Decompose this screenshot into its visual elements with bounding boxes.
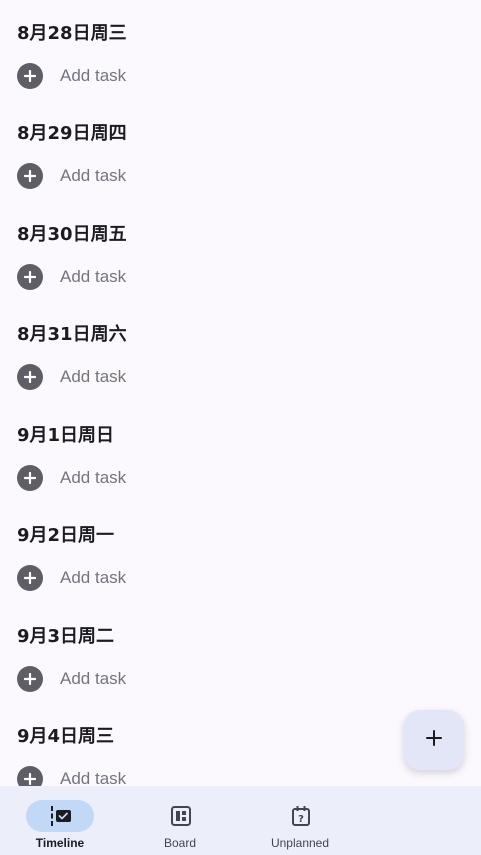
add-task-button[interactable]: Add task xyxy=(17,666,126,692)
unplanned-icon: ? xyxy=(289,804,313,828)
timeline-icon xyxy=(49,804,73,828)
nav-label-board: Board xyxy=(163,836,197,850)
board-icon xyxy=(169,804,193,828)
day-title: 8月28日周三 xyxy=(17,23,127,44)
day-title: 8月30日周五 xyxy=(17,224,127,245)
nav-item-unplanned[interactable]: ? Unplanned xyxy=(240,786,360,855)
day-title: 8月29日周四 xyxy=(17,123,127,144)
day-title: 9月3日周二 xyxy=(17,626,115,647)
add-circle-icon xyxy=(17,364,43,390)
add-task-label: Add task xyxy=(60,166,127,185)
svg-text:?: ? xyxy=(298,814,304,825)
add-circle-icon xyxy=(17,465,43,491)
add-task-button[interactable]: Add task xyxy=(17,465,126,491)
add-circle-icon xyxy=(17,264,43,290)
add-circle-icon xyxy=(17,163,43,189)
add-circle-icon xyxy=(17,565,43,591)
nav-item-timeline[interactable]: Timeline xyxy=(0,786,120,855)
add-task-label: Add task xyxy=(60,66,127,85)
day-section: 8月31日周六 Add task xyxy=(0,301,481,401)
add-task-button[interactable]: Add task xyxy=(17,565,126,591)
day-title: 9月4日周三 xyxy=(17,726,115,747)
bottom-navigation: Timeline Board ? Unplanned xyxy=(0,786,481,855)
add-circle-icon xyxy=(17,63,43,89)
day-section: 8月30日周五 Add task xyxy=(0,201,481,301)
nav-label-unplanned: Unplanned xyxy=(270,836,330,850)
day-section: 8月28日周三 Add task xyxy=(0,0,481,100)
day-section: 9月1日周日 Add task xyxy=(0,402,481,502)
day-title: 9月1日周日 xyxy=(17,425,115,446)
add-task-label: Add task xyxy=(60,367,127,386)
nav-item-board[interactable]: Board xyxy=(120,786,240,855)
add-task-button[interactable]: Add task xyxy=(17,163,126,189)
add-task-label: Add task xyxy=(60,669,127,688)
day-section: 8月29日周四 Add task xyxy=(0,100,481,200)
nav-label-timeline: Timeline xyxy=(35,836,85,850)
add-task-label: Add task xyxy=(60,568,127,587)
add-task-label: Add task xyxy=(60,267,127,286)
add-fab-button[interactable] xyxy=(404,710,464,770)
day-section: 9月2日周一 Add task xyxy=(0,502,481,602)
add-task-button[interactable]: Add task xyxy=(17,364,126,390)
plus-icon xyxy=(425,729,443,751)
day-title: 9月2日周一 xyxy=(17,525,115,546)
add-task-label: Add task xyxy=(60,468,127,487)
add-task-button[interactable]: Add task xyxy=(17,264,126,290)
day-section: 9月3日周二 Add task xyxy=(0,603,481,703)
day-title: 8月31日周六 xyxy=(17,324,127,345)
add-circle-icon xyxy=(17,666,43,692)
add-task-button[interactable]: Add task xyxy=(17,63,126,89)
